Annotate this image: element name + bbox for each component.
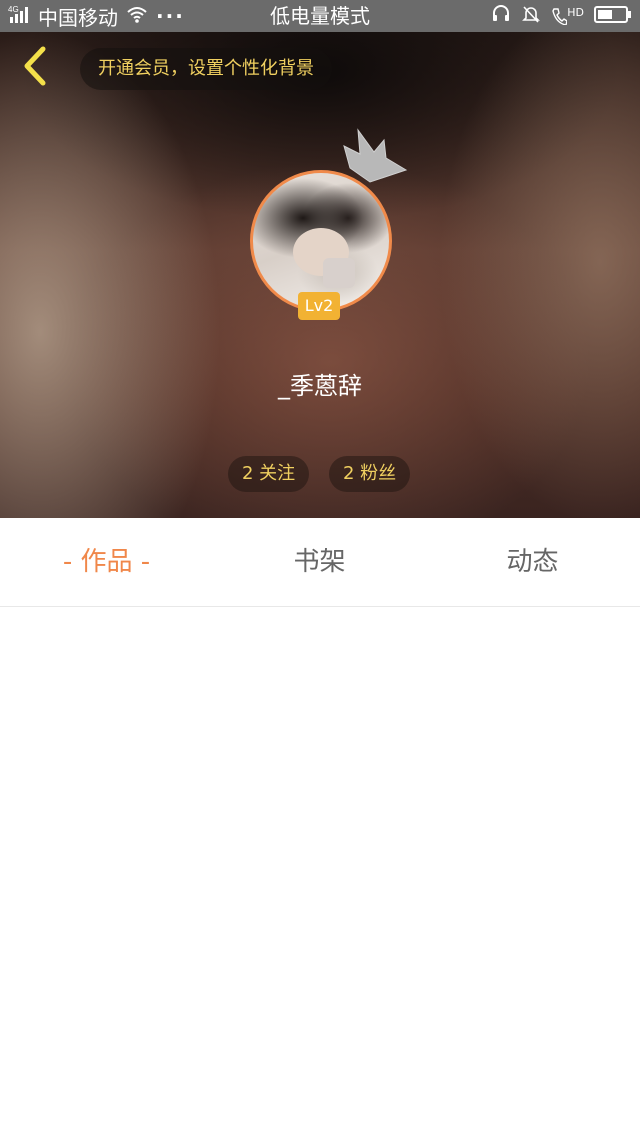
- avatar-hand: [323, 258, 355, 288]
- works-content: [0, 607, 640, 1138]
- followers-button[interactable]: 2 粉丝: [329, 456, 411, 492]
- profile-header: 开通会员，设置个性化背景 Lv2 _季蒽辞 2 关注 2 粉丝: [0, 32, 640, 518]
- hd-label: HD: [567, 6, 584, 19]
- level-badge: Lv2: [298, 292, 340, 320]
- back-button[interactable]: [14, 46, 54, 90]
- hd-call-icon: HD: [551, 7, 584, 25]
- status-bar: 4G 中国移动 ··· 低电量模式 HD: [0, 0, 640, 32]
- headset-icon: [491, 4, 511, 29]
- chevron-left-icon: [19, 45, 49, 91]
- tab-activity[interactable]: 动态: [426, 518, 639, 606]
- mute-bell-icon: [521, 4, 541, 29]
- vip-banner[interactable]: 开通会员，设置个性化背景: [80, 48, 332, 90]
- status-right: HD: [491, 4, 632, 28]
- tab-bookshelf[interactable]: 书架: [213, 518, 426, 606]
- following-button[interactable]: 2 关注: [228, 456, 310, 492]
- username: _季蒽辞: [278, 372, 362, 400]
- tab-works[interactable]: - 作品 -: [0, 518, 213, 606]
- avatar[interactable]: [250, 170, 392, 312]
- profile-tabs: - 作品 - 书架 动态: [0, 518, 640, 607]
- battery-icon: [594, 4, 632, 29]
